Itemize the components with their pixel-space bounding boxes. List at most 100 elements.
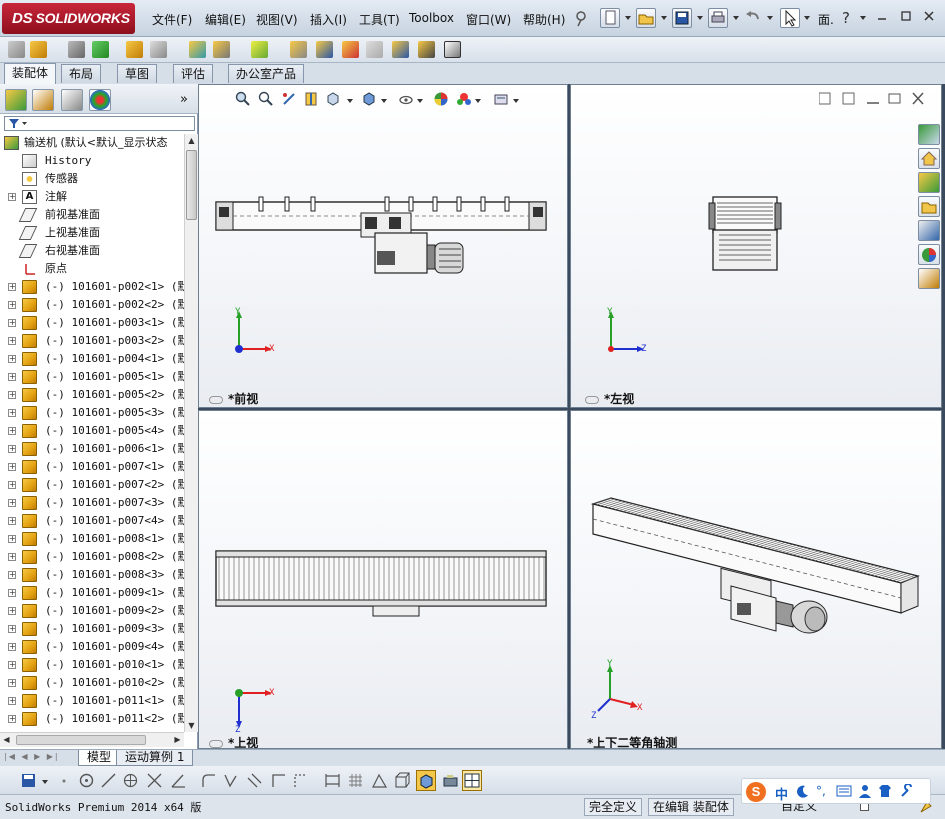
open-dropdown-icon[interactable] [661, 16, 667, 20]
save-toolbar-dropdown-icon[interactable] [42, 780, 48, 784]
expand-plus-icon[interactable]: + [8, 445, 16, 453]
smart-fasteners-icon[interactable] [126, 41, 143, 58]
tree-item[interactable]: History [0, 152, 184, 170]
appearances-scenes-icon[interactable] [918, 244, 940, 265]
file-explorer-icon[interactable] [918, 196, 940, 217]
show-hidden-icon[interactable] [189, 41, 206, 58]
linear-pattern-icon[interactable] [92, 41, 109, 58]
tree-item[interactable]: + (-) 101601-p004<1> (默认 [0, 350, 184, 368]
viewport-isometric[interactable]: Y X Z *上下二等角轴测 [570, 410, 942, 749]
centerline-tool-icon[interactable] [292, 772, 309, 789]
menu-view[interactable]: 视图(V) [256, 11, 298, 28]
tree-item[interactable]: + (-) 101601-p007<3> (默认 [0, 494, 184, 512]
tree-item[interactable]: + (-) 101601-p005<4> (默认 [0, 422, 184, 440]
expand-plus-icon[interactable]: + [8, 679, 16, 687]
reference-geometry-icon[interactable] [251, 41, 268, 58]
ime-language-toggle[interactable]: 中 [775, 784, 788, 803]
polygon-tool-icon[interactable] [122, 772, 139, 789]
tree-item[interactable]: + (-) 101601-p006<1> (默认 [0, 440, 184, 458]
save-icon[interactable] [672, 8, 692, 28]
expand-plus-icon[interactable]: + [8, 427, 16, 435]
view-cube-icon[interactable] [394, 772, 411, 789]
expand-plus-icon[interactable]: + [8, 301, 16, 309]
tab-layout[interactable]: 布局 [61, 64, 102, 83]
shaded-display-icon[interactable] [416, 770, 436, 791]
expand-plus-icon[interactable]: + [8, 373, 16, 381]
ime-moon-icon[interactable] [796, 784, 810, 801]
trim-tool-icon[interactable] [146, 772, 163, 789]
tree-filter[interactable] [4, 116, 195, 131]
expand-plus-icon[interactable]: + [8, 283, 16, 291]
tree-root-assembly[interactable]: 输送机 (默认<默认_显示状态 [0, 134, 184, 152]
camera-icon[interactable] [442, 772, 459, 789]
viewport-front[interactable]: Y X *前视 [198, 84, 568, 408]
expand-plus-icon[interactable]: + [8, 589, 16, 597]
expand-plus-icon[interactable]: + [8, 337, 16, 345]
menu-file[interactable]: 文件(F) [152, 11, 192, 28]
tree-item[interactable]: + (-) 101601-p009<2> (默认 [0, 602, 184, 620]
tree-vertical-scrollbar[interactable]: ▲ ▼ [184, 134, 198, 732]
tree-item[interactable]: + (-) 101601-p009<4> (默认 [0, 638, 184, 656]
select-dropdown-icon[interactable] [804, 16, 810, 20]
featuremanager-tab-icon[interactable] [5, 89, 27, 111]
tree-item[interactable]: + (-) 101601-p008<2> (默认 [0, 548, 184, 566]
menu-toolbox[interactable]: Toolbox [409, 11, 454, 25]
save-dropdown-icon[interactable] [697, 16, 703, 20]
menu-tools[interactable]: 工具(T) [359, 11, 400, 28]
smart-dimension-icon[interactable] [324, 772, 341, 789]
tree-item[interactable]: + (-) 101601-p005<1> (默认 [0, 368, 184, 386]
tree-item[interactable]: 右视基准面 [0, 242, 184, 260]
four-view-layout-icon[interactable] [462, 770, 482, 791]
minimize-icon[interactable] [874, 9, 890, 25]
tree-item[interactable]: + (-) 101601-p003<1> (默认 [0, 314, 184, 332]
expand-plus-icon[interactable]: + [8, 571, 16, 579]
tree-item[interactable]: + (-) 101601-p009<3> (默认 [0, 620, 184, 638]
tab-evaluate[interactable]: 评估 [173, 64, 214, 83]
expand-plus-icon[interactable]: + [8, 481, 16, 489]
speedpak-icon[interactable] [418, 41, 435, 58]
ime-keyboard-icon[interactable] [836, 784, 852, 801]
grid-icon[interactable] [347, 772, 364, 789]
scroll-down-icon[interactable]: ▼ [185, 719, 198, 732]
mate-icon[interactable] [68, 41, 85, 58]
tree-item[interactable]: + (-) 101601-p005<2> (默认 [0, 386, 184, 404]
ime-settings-icon[interactable] [900, 783, 914, 801]
expand-plus-icon[interactable]: + [8, 499, 16, 507]
menu-help[interactable]: 帮助(H) [523, 11, 565, 28]
expand-plus-icon[interactable]: + [8, 463, 16, 471]
tree-item[interactable]: + (-) 101601-p003<2> (默认 [0, 332, 184, 350]
explode-line-sketch-icon[interactable] [366, 41, 383, 58]
restore-icon[interactable] [898, 9, 914, 25]
tab-office-products[interactable]: 办公室产品 [228, 64, 305, 83]
tree-item[interactable]: + (-) 101601-p010<2> (默认 [0, 674, 184, 692]
help-dropdown-icon[interactable] [860, 16, 866, 20]
print-dropdown-icon[interactable] [733, 16, 739, 20]
new-dropdown-icon[interactable] [625, 16, 631, 20]
pin-icon[interactable] [575, 8, 589, 28]
scroll-left-icon[interactable]: ◀ [0, 733, 13, 746]
ime-skin-icon[interactable] [878, 784, 892, 801]
scroll-right-icon[interactable]: ▶ [171, 733, 184, 746]
tree-item[interactable]: + (-) 101601-p010<1> (默认 [0, 656, 184, 674]
custom-properties-icon[interactable] [918, 268, 940, 289]
corner-rectangle-icon[interactable] [270, 772, 287, 789]
new-motion-study-icon[interactable] [290, 41, 307, 58]
menu-window[interactable]: 窗口(W) [466, 11, 511, 28]
tree-item[interactable]: 前视基准面 [0, 206, 184, 224]
tree-item[interactable]: + (-) 101601-p007<4> (默认 [0, 512, 184, 530]
tree-item[interactable]: + (-) 101601-p009<1> (默认 [0, 584, 184, 602]
expand-plus-icon[interactable]: + [8, 517, 16, 525]
propertymanager-tab-icon[interactable] [32, 89, 54, 111]
tab-model[interactable]: 模型 [78, 750, 121, 766]
undo-icon[interactable] [744, 8, 764, 28]
tree-item[interactable]: 传感器 [0, 170, 184, 188]
expand-plus-icon[interactable]: + [8, 625, 16, 633]
tab-sketch[interactable]: 草图 [117, 64, 158, 83]
expand-plus-icon[interactable]: + [8, 535, 16, 543]
solidworks-logo[interactable]: DS SOLIDWORKS [2, 3, 135, 34]
bill-of-materials-icon[interactable] [316, 41, 333, 58]
tree-item[interactable]: 原点 [0, 260, 184, 278]
tab-nav-arrows-icon[interactable]: |◀ ◀ ▶ ▶| [4, 752, 68, 764]
expand-plus-icon[interactable]: + [8, 409, 16, 417]
tree-item[interactable]: + (-) 101601-p008<3> (默认 [0, 566, 184, 584]
